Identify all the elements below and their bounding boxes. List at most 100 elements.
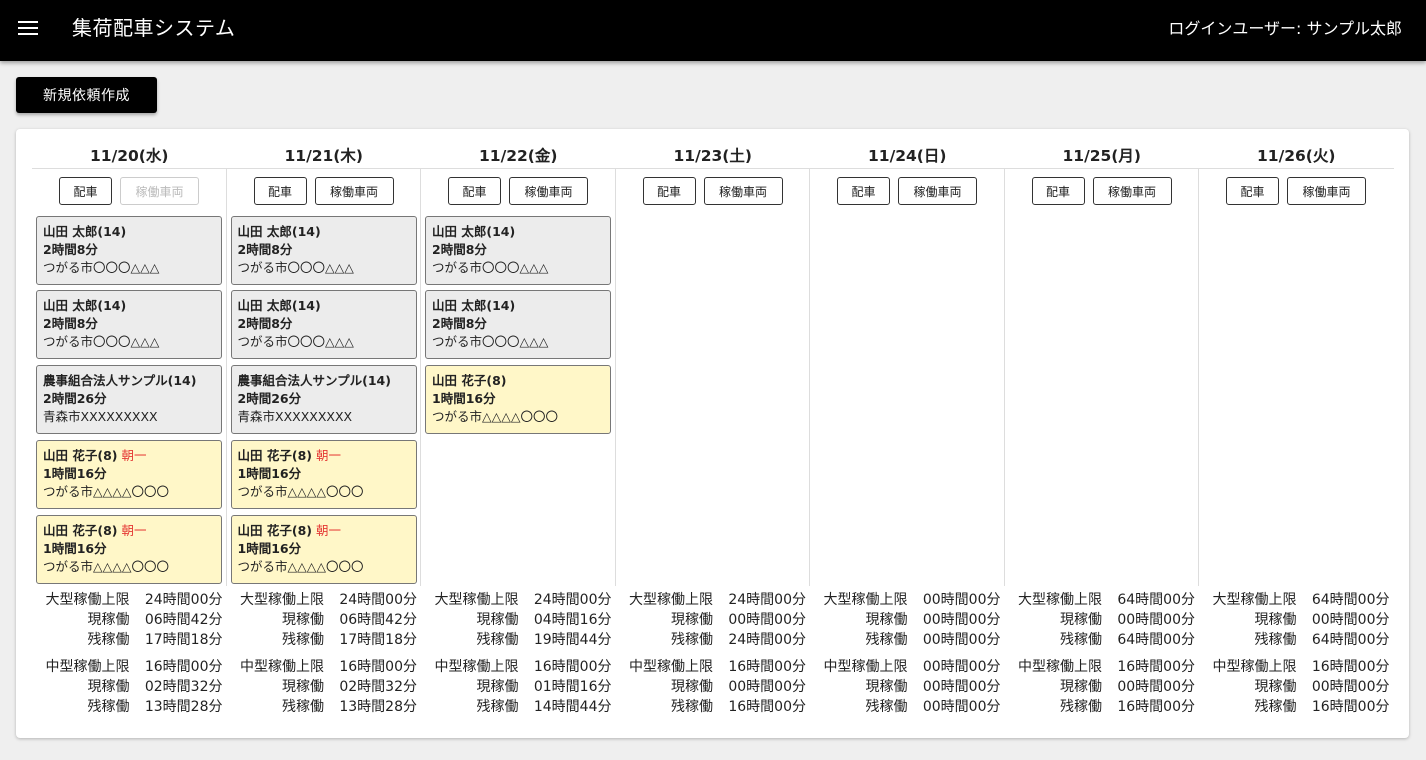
work-duration: 2時間8分	[43, 316, 98, 331]
capacity-row: 中型稼働上限 16時間00分	[1199, 657, 1394, 677]
capacity-label: 現稼働	[476, 612, 519, 628]
pickup-address: つがる市△△△△〇〇〇	[43, 559, 169, 574]
capacity-row: 現稼働 00時間00分	[1005, 677, 1200, 697]
active-vehicles-button: 稼働車両	[120, 177, 199, 205]
capacity-row: 残稼働 16時間00分	[1199, 697, 1394, 717]
dispatch-button[interactable]: 配車	[837, 177, 890, 205]
dispatch-button[interactable]: 配車	[59, 177, 112, 205]
work-duration: 2時間8分	[237, 242, 293, 257]
pickup-address: つがる市〇〇〇△△△	[237, 260, 354, 275]
active-vehicles-button[interactable]: 稼働車両	[703, 177, 783, 205]
work-duration: 2時間8分	[432, 316, 487, 331]
capacity-label: 残稼働	[1254, 632, 1297, 648]
capacity-value: 16時間00分	[1311, 699, 1390, 715]
capacity-label: 残稼働	[1254, 699, 1297, 715]
capacity-row: 残稼働 13時間28分	[227, 697, 422, 717]
capacity-label: 中型稼働上限	[1212, 659, 1297, 675]
capacity-value: 16時間00分	[1117, 659, 1195, 675]
pickup-request-card[interactable]: 山田 太郎(14) 2時間8分 つがる市〇〇〇△△△	[36, 290, 222, 359]
capacity-row: 現稼働 02時間32分	[227, 677, 422, 697]
day-dispatch-list: 配車 稼働車両 山田 太郎(14) 2時間8分 つがる市〇〇〇△△△ 山田 太郎(14) 2…	[32, 169, 227, 586]
pickup-request-card[interactable]: 山田 花子(8) 朝一 1時間16分 つがる市△△△△〇〇〇	[36, 440, 222, 509]
capacity-value: 02時間32分	[339, 679, 417, 695]
pickup-request-card[interactable]: 山田 太郎(14) 2時間8分 つがる市〇〇〇△△△	[230, 290, 417, 359]
capacity-row: 中型稼働上限 16時間00分	[227, 657, 422, 677]
customer-name: 山田 花子(8)	[432, 373, 507, 388]
capacity-value: 13時間28分	[144, 699, 223, 715]
pickup-request-card[interactable]: 山田 太郎(14) 2時間8分 つがる市〇〇〇△△△	[230, 216, 417, 285]
dispatch-button[interactable]: 配車	[642, 177, 696, 205]
capacity-label: 残稼働	[865, 699, 908, 715]
capacity-label: 大型稼働上限	[45, 592, 130, 608]
pickup-address: 青森市XXXXXXXXX	[237, 409, 353, 424]
capacity-label: 残稼働	[1060, 632, 1102, 648]
pickup-request-card[interactable]: 山田 太郎(14) 2時間8分 つがる市〇〇〇△△△	[425, 216, 611, 285]
capacity-label: 残稼働	[87, 632, 130, 648]
day-header: 11/21(木)	[284, 147, 363, 165]
capacity-label: 現稼働	[671, 612, 713, 628]
pickup-address: つがる市△△△△〇〇〇	[237, 484, 364, 499]
work-duration: 2時間8分	[237, 316, 293, 331]
capacity-value: 19時間44分	[533, 632, 612, 648]
capacity-row: 現稼働 06時間42分	[227, 610, 422, 630]
pickup-request-card[interactable]: 山田 花子(8) 朝一 1時間16分 つがる市△△△△〇〇〇	[36, 515, 222, 584]
capacity-label: 大型稼働上限	[434, 592, 519, 608]
pickup-request-card[interactable]: 農事組合法人サンプル(14) 2時間26分 青森市XXXXXXXXX	[36, 365, 222, 434]
schedule-panel: 11/20(水) 配車 稼働車両 山田 太郎(14) 2時間8分 つがる市〇〇〇△△△ 山田…	[16, 129, 1409, 738]
capacity-row: 大型稼働上限 24時間00分	[227, 590, 422, 610]
active-vehicles-button[interactable]: 稼働車両	[1287, 177, 1366, 205]
capacity-row: 大型稼働上限 64時間00分	[1005, 590, 1200, 610]
work-duration: 2時間26分	[237, 391, 302, 406]
active-vehicles-button[interactable]: 稼働車両	[509, 177, 588, 205]
dispatch-button[interactable]: 配車	[1226, 177, 1279, 205]
capacity-value: 17時間18分	[339, 632, 417, 648]
app-title: 集荷配車システム	[72, 16, 236, 40]
capacity-row: 残稼働 19時間44分	[421, 630, 616, 650]
capacity-label: 現稼働	[476, 679, 519, 695]
pickup-request-card[interactable]: 農事組合法人サンプル(14) 2時間26分 青森市XXXXXXXXX	[230, 365, 417, 434]
capacity-row: 現稼働 00時間00分	[616, 610, 811, 630]
work-duration: 1時間16分	[43, 466, 107, 481]
capacity-label: 現稼働	[865, 612, 908, 628]
dispatch-button[interactable]: 配車	[448, 177, 501, 205]
capacity-value: 16時間00分	[533, 659, 612, 675]
work-duration: 1時間16分	[237, 541, 302, 556]
customer-name: 山田 花子(8) 朝一	[43, 523, 147, 538]
pickup-request-card[interactable]: 山田 太郎(14) 2時間8分 つがる市〇〇〇△△△	[425, 290, 611, 359]
capacity-value: 24時間00分	[728, 592, 806, 608]
capacity-row: 現稼働 00時間00分	[1199, 677, 1394, 697]
capacity-label: 現稼働	[282, 679, 324, 695]
active-vehicles-button[interactable]: 稼働車両	[314, 177, 394, 205]
pickup-address: つがる市〇〇〇△△△	[43, 334, 160, 349]
capacity-row: 大型稼働上限 24時間00分	[32, 590, 227, 610]
work-duration: 1時間16分	[237, 466, 302, 481]
pickup-address: つがる市〇〇〇△△△	[237, 334, 354, 349]
capacity-label: 大型稼働上限	[629, 592, 713, 608]
capacity-label: 現稼働	[1254, 679, 1297, 695]
customer-name: 山田 花子(8) 朝一	[43, 448, 147, 463]
capacity-label: 残稼働	[476, 632, 519, 648]
new-request-button[interactable]: 新規依頼作成	[16, 77, 157, 113]
capacity-row: 現稼働 00時間00分	[810, 610, 1005, 630]
capacity-value: 00時間00分	[922, 632, 1001, 648]
capacity-label: 現稼働	[671, 679, 713, 695]
capacity-value: 00時間00分	[728, 679, 806, 695]
hamburger-menu-icon[interactable]	[18, 20, 38, 36]
dispatch-button[interactable]: 配車	[253, 177, 307, 205]
capacity-row: 現稼働 00時間00分	[1199, 610, 1394, 630]
capacity-label: 中型稼働上限	[1018, 659, 1102, 675]
active-vehicles-button[interactable]: 稼働車両	[1092, 177, 1172, 205]
active-vehicles-button[interactable]: 稼働車両	[898, 177, 977, 205]
pickup-request-card[interactable]: 山田 太郎(14) 2時間8分 つがる市〇〇〇△△△	[36, 216, 222, 285]
pickup-request-card[interactable]: 山田 花子(8) 朝一 1時間16分 つがる市△△△△〇〇〇	[230, 440, 417, 509]
dispatch-button[interactable]: 配車	[1031, 177, 1085, 205]
work-duration: 2時間8分	[432, 242, 487, 257]
capacity-value: 00時間00分	[1311, 612, 1390, 628]
capacity-value: 00時間00分	[922, 592, 1001, 608]
capacity-label: 大型稼働上限	[1212, 592, 1297, 608]
pickup-request-card[interactable]: 山田 花子(8) 朝一 1時間16分 つがる市△△△△〇〇〇	[230, 515, 417, 584]
capacity-row: 現稼働 02時間32分	[32, 677, 227, 697]
pickup-request-card[interactable]: 山田 花子(8) 1時間16分 つがる市△△△△〇〇〇	[425, 365, 611, 434]
day-dispatch-list: 配車 稼働車両	[1199, 169, 1394, 586]
priority-tag: 朝一	[121, 523, 147, 538]
